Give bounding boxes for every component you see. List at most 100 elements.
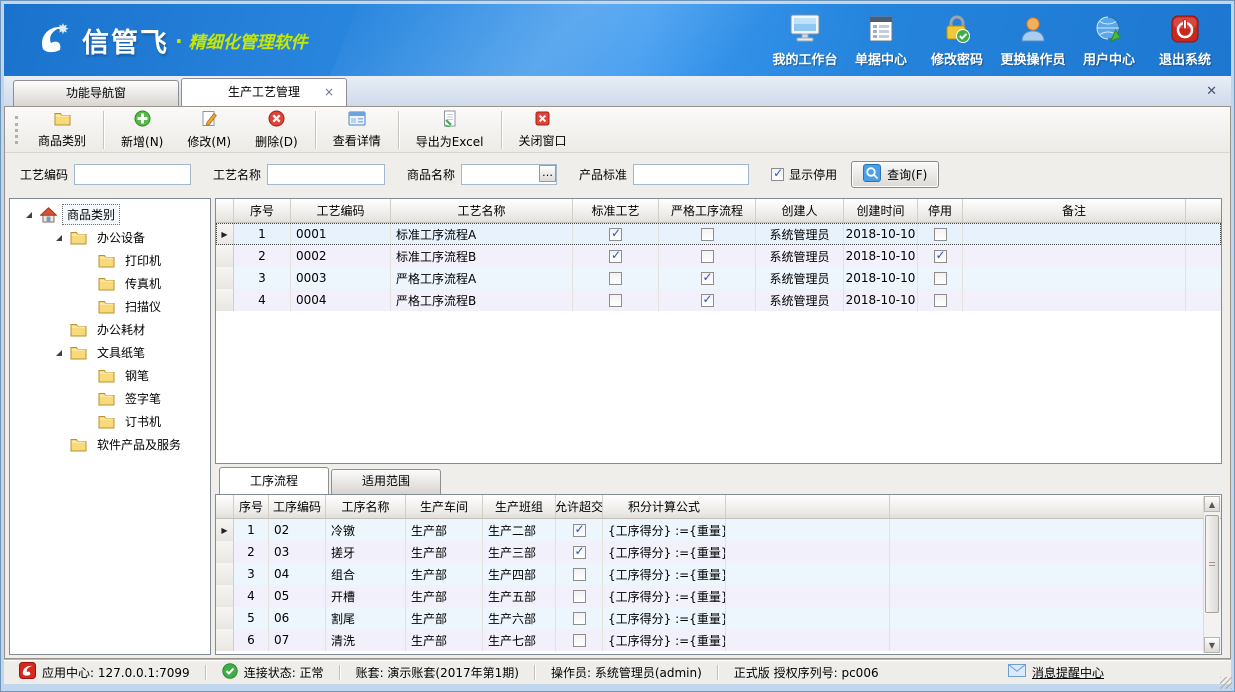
detail-tab-process-flow[interactable]: 工序流程 [219,467,329,494]
tree-node[interactable]: 办公耗材 [10,318,210,341]
header-nav-change-password[interactable]: 修改密码 [919,12,995,70]
row-selector[interactable]: ▶ [216,519,234,541]
tree-expander-icon[interactable] [56,235,62,241]
tab-close-icon[interactable]: × [324,79,334,106]
header-nav-exit-system[interactable]: 退出系统 [1147,12,1223,70]
tree-node[interactable]: 商品类别 [10,203,210,226]
tree-node[interactable]: 打印机 [10,249,210,272]
product-standard-input[interactable] [633,164,749,185]
status-message-center[interactable]: 消息提醒中心 [993,664,1119,681]
tree-node[interactable]: 传真机 [10,272,210,295]
row-selector[interactable] [216,629,234,651]
overdeliver-checkbox[interactable] [573,524,586,537]
row-selector[interactable] [216,245,234,267]
tab-process-management[interactable]: 生产工艺管理× [181,78,347,106]
tree-node[interactable]: 签字笔 [10,387,210,410]
step-grid-row[interactable]: ▶102冷镦生产部生产二部{工序得分} :={重量} [216,519,1221,541]
disabled-checkbox[interactable] [934,272,947,285]
disabled-checkbox[interactable] [934,294,947,307]
step-grid-column-workshop[interactable]: 生产车间 [406,495,483,518]
tree-node[interactable]: 扫描仪 [10,295,210,318]
strict-checkbox[interactable] [701,294,714,307]
status-message-center-text[interactable]: 消息提醒中心 [1032,664,1104,681]
disabled-checkbox[interactable] [934,250,947,263]
process-grid-row[interactable]: 40004严格工序流程B系统管理员2018-10-10 [216,289,1221,311]
strict-checkbox[interactable] [701,272,714,285]
process-grid-column-created[interactable]: 创建时间 [844,199,918,222]
process-grid-column-standard[interactable]: 标准工艺 [573,199,659,222]
process-grid-column-name[interactable]: 工艺名称 [391,199,573,222]
overdeliver-checkbox[interactable] [573,590,586,603]
overdeliver-checkbox[interactable] [573,612,586,625]
row-selector[interactable]: ▶ [216,223,234,245]
close-window-button[interactable]: 关闭窗口 [507,109,579,151]
modify-button[interactable]: 修改(M) [175,109,243,151]
standard-checkbox[interactable] [609,272,622,285]
header-nav-switch-operator[interactable]: 更换操作员 [995,12,1071,70]
step-grid-row[interactable]: 405开槽生产部生产五部{工序得分} :={重量} [216,585,1221,607]
step-grid-column-formula[interactable]: 积分计算公式 [603,495,726,518]
process-grid-column-strict[interactable]: 严格工序流程 [659,199,756,222]
overdeliver-checkbox[interactable] [573,634,586,647]
search-button[interactable]: 查询(F) [851,161,939,188]
process-name-input[interactable] [267,164,385,185]
view-details-button[interactable]: 查看详情 [321,109,393,151]
row-selector[interactable] [216,563,234,585]
strict-checkbox[interactable] [701,250,714,263]
step-grid-column-overdeliver[interactable]: 允许超交 [556,495,603,518]
header-nav-workbench[interactable]: 我的工作台 [767,12,843,70]
process-grid-column-creator[interactable]: 创建人 [756,199,844,222]
process-grid-column-seq[interactable]: 序号 [234,199,291,222]
row-selector[interactable] [216,289,234,311]
tree-node[interactable]: 办公设备 [10,226,210,249]
standard-checkbox[interactable] [609,250,622,263]
step-grid-column-name[interactable]: 工序名称 [326,495,406,518]
row-selector[interactable] [216,607,234,629]
process-grid-row[interactable]: ▶10001标准工序流程A系统管理员2018-10-10 [216,223,1221,245]
show-disabled-checkbox[interactable] [771,168,784,181]
scroll-down-icon[interactable]: ▼ [1204,637,1220,653]
step-grid-column-team[interactable]: 生产班组 [483,495,556,518]
add-button[interactable]: 新增(N) [109,109,175,151]
tree-node[interactable]: 文具纸笔 [10,341,210,364]
tree-node[interactable]: 订书机 [10,410,210,433]
product-name-lookup-button[interactable]: … [539,165,556,182]
strict-checkbox[interactable] [701,228,714,241]
detail-tab-applicable-scope[interactable]: 适用范围 [331,469,441,494]
overdeliver-checkbox[interactable] [573,568,586,581]
window-resize-grip[interactable] [1220,677,1232,689]
step-grid-column-code[interactable]: 工序编码 [269,495,326,518]
step-grid-row[interactable]: 506割尾生产部生产六部{工序得分} :={重量} [216,607,1221,629]
scrollbar-thumb[interactable] [1205,515,1219,613]
step-grid-column-filler[interactable] [726,495,890,518]
vertical-scrollbar[interactable]: ▲▼ [1203,496,1220,653]
scroll-up-icon[interactable]: ▲ [1204,496,1220,512]
step-grid-column-seq[interactable]: 序号 [234,495,269,518]
tree-expander-icon[interactable] [26,212,32,218]
process-code-input[interactable] [74,164,191,185]
standard-checkbox[interactable] [609,228,622,241]
tree-expander-icon[interactable] [56,350,62,356]
process-grid-row[interactable]: 20002标准工序流程B系统管理员2018-10-10 [216,245,1221,267]
tree-node[interactable]: 钢笔 [10,364,210,387]
header-nav-user-center[interactable]: 用户中心 [1071,12,1147,70]
process-grid-column-code[interactable]: 工艺编码 [291,199,391,222]
tab-nav-window[interactable]: 功能导航窗 [13,80,179,106]
disabled-checkbox[interactable] [934,228,947,241]
process-grid-column-remark[interactable]: 备注 [963,199,1186,222]
step-grid-row[interactable]: 607清洗生产部生产七部{工序得分} :={重量} [216,629,1221,651]
row-selector[interactable] [216,267,234,289]
product-category-button[interactable]: 商品类别 [26,109,98,151]
process-grid-row[interactable]: 30003严格工序流程A系统管理员2018-10-10 [216,267,1221,289]
process-grid-column-disabled[interactable]: 停用 [918,199,963,222]
standard-checkbox[interactable] [609,294,622,307]
header-nav-document-center[interactable]: 单据中心 [843,12,919,70]
step-grid-row[interactable]: 203搓牙生产部生产三部{工序得分} :={重量} [216,541,1221,563]
row-selector[interactable] [216,541,234,563]
toolbar-grip-handle[interactable] [15,116,18,144]
delete-button[interactable]: 删除(D) [243,109,310,151]
tree-node[interactable]: 软件产品及服务 [10,433,210,456]
step-grid-row[interactable]: 304组合生产部生产四部{工序得分} :={重量} [216,563,1221,585]
row-selector[interactable] [216,585,234,607]
export-excel-button[interactable]: 导出为Excel [404,109,496,151]
